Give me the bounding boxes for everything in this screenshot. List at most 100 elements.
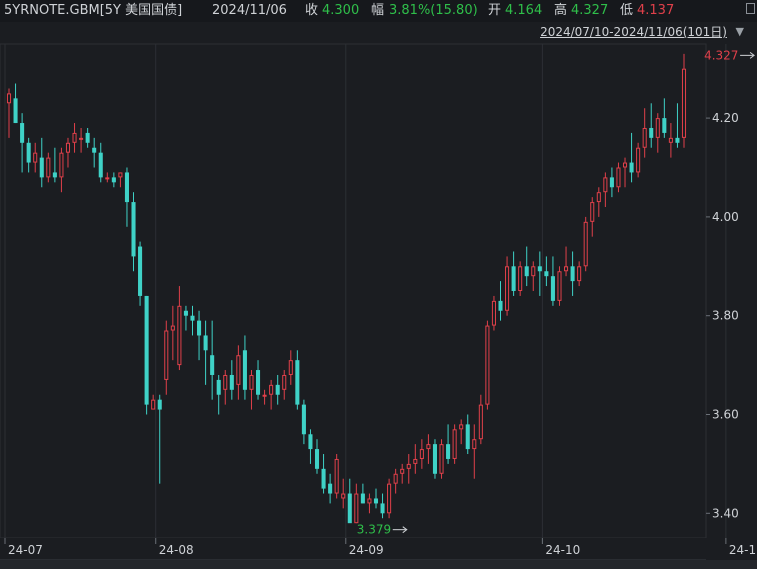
candle-body — [164, 330, 169, 380]
candle-body — [20, 123, 25, 143]
candle-body — [190, 315, 195, 321]
candle-body — [564, 266, 569, 272]
x-tick-label: 24-09 — [349, 543, 384, 557]
candle-body — [301, 404, 306, 435]
high-annotation-label: 4.327 — [704, 48, 738, 62]
candle-body — [26, 142, 31, 163]
candlestick-chart: 4.20 4.00 3.80 3.60 3.40 24-07 24-08 24-09 24-10… — [0, 43, 757, 569]
candle-body — [406, 463, 411, 469]
candle-body — [432, 444, 438, 474]
candle-body — [662, 118, 667, 133]
candle-body — [609, 177, 614, 188]
candle-body — [426, 444, 431, 450]
candle-body — [216, 379, 221, 395]
candle-body — [249, 374, 254, 390]
y-tick-label: 3.80 — [712, 309, 739, 323]
y-tick-label: 4.20 — [712, 111, 739, 125]
candle-body — [367, 498, 372, 504]
candle-body — [446, 444, 451, 459]
candle-body — [681, 68, 687, 138]
x-tick-label: 24-10 — [545, 543, 580, 557]
candle-body — [52, 172, 57, 178]
candle-body — [262, 394, 267, 397]
candle-body — [387, 483, 392, 514]
candle-body — [197, 320, 202, 336]
candle-body — [531, 266, 536, 277]
candle-body — [177, 305, 182, 366]
candle-body — [85, 132, 90, 143]
candle-body — [72, 132, 77, 143]
candle-body — [498, 300, 503, 311]
candle-body — [13, 98, 18, 124]
candle-body — [354, 493, 359, 524]
candle-body — [452, 429, 457, 459]
candle-body — [616, 167, 621, 188]
candle-body — [183, 310, 188, 316]
candle-body — [328, 483, 333, 494]
candle-body — [151, 399, 156, 410]
candle-body — [111, 177, 116, 183]
candle-body — [269, 384, 274, 395]
candle-body — [236, 355, 241, 385]
candle-body — [170, 325, 175, 331]
candle-body — [46, 157, 51, 178]
candle-body — [33, 152, 38, 163]
candle-body — [144, 295, 149, 405]
candle-body — [636, 147, 641, 173]
candle-body — [210, 355, 215, 375]
candle-body — [393, 473, 398, 484]
candle-body — [590, 202, 595, 222]
candle-body — [157, 399, 162, 410]
candle-body — [478, 404, 483, 440]
candle-body — [439, 444, 444, 474]
candle-body — [459, 424, 464, 430]
scroll-strip — [0, 560, 757, 569]
candle-body — [124, 172, 129, 203]
candle-body — [485, 325, 490, 405]
candle-body — [6, 93, 12, 104]
candle-body — [524, 266, 529, 277]
candle-body — [629, 162, 634, 173]
candle-body — [308, 434, 313, 450]
candle-body — [518, 266, 523, 291]
candle-body — [511, 266, 516, 291]
candle-body — [400, 468, 405, 474]
candle-body — [413, 458, 418, 464]
candle-body — [131, 202, 136, 257]
plot-frame — [0, 43, 707, 539]
candle-body — [334, 458, 339, 494]
candle-body — [649, 127, 654, 138]
candle-body — [92, 147, 97, 153]
candle-body — [288, 360, 293, 375]
candle-body — [79, 137, 84, 140]
candle-body — [295, 360, 300, 405]
candle-body — [360, 493, 365, 504]
candle-body — [347, 493, 352, 524]
candle-body — [557, 271, 562, 301]
candle-body — [275, 384, 280, 395]
candle-body — [583, 221, 588, 267]
candle-body — [622, 162, 628, 168]
candle-body — [577, 266, 582, 282]
candle-body — [229, 374, 234, 390]
candle-body — [255, 370, 261, 395]
candle-body — [380, 503, 385, 514]
candle-body — [537, 266, 542, 272]
candle-body — [373, 498, 379, 504]
candle-body — [642, 127, 647, 148]
candle-body — [544, 271, 549, 277]
candle-body — [59, 152, 64, 178]
candle-body — [419, 449, 424, 459]
candle-body — [39, 157, 44, 178]
candle-body — [314, 449, 320, 469]
candle-body — [655, 118, 660, 138]
candle-body — [668, 137, 673, 143]
candle-body — [570, 266, 575, 282]
candle-body — [203, 335, 208, 351]
candle-body — [341, 493, 346, 499]
candle-body — [118, 172, 123, 178]
x-tick-label: 24-07 — [8, 543, 43, 557]
candle-body — [491, 300, 496, 326]
x-tick-label: 24-08 — [159, 543, 194, 557]
candle-body — [242, 350, 247, 390]
